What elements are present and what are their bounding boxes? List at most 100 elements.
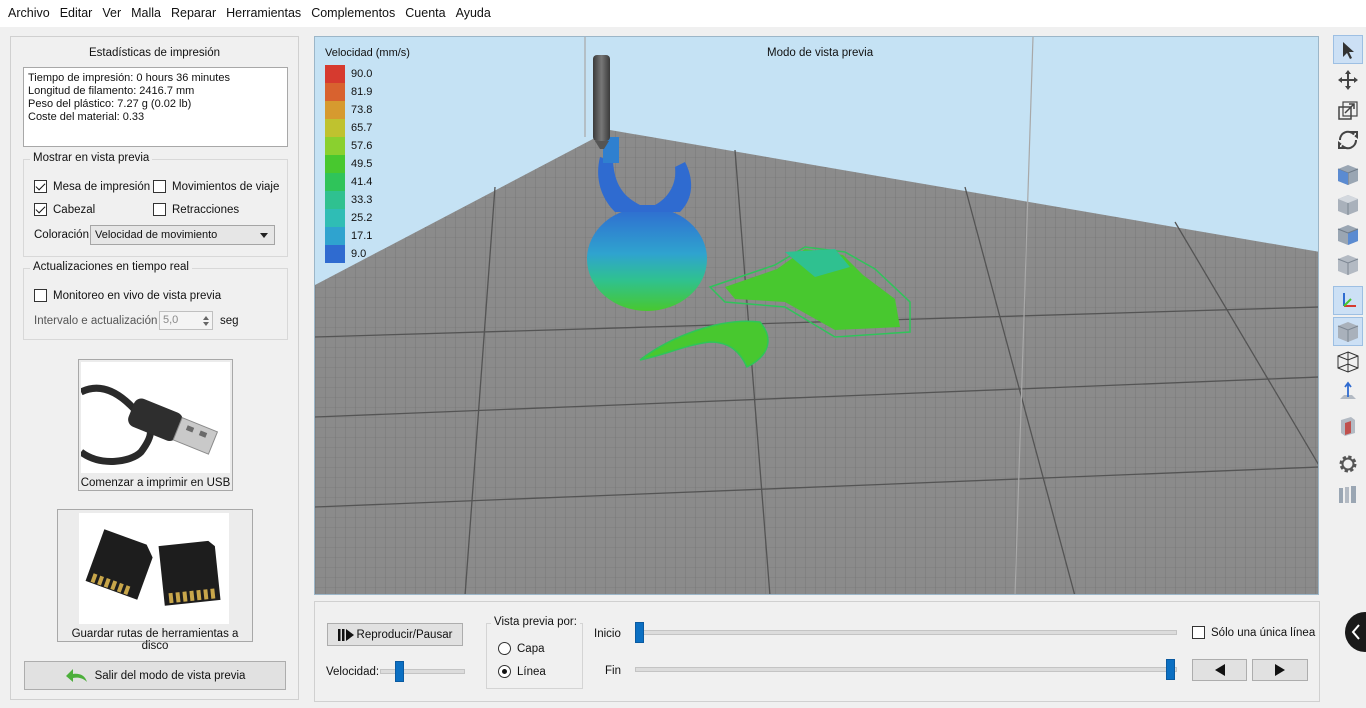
live-monitor-checkbox[interactable]: Monitoreo en vivo de vista previa	[34, 289, 221, 302]
bed-checkbox-label: Mesa de impresión	[53, 180, 151, 193]
rotate-tool[interactable]	[1333, 125, 1363, 154]
interval-label: Intervalo e actualización	[34, 315, 158, 327]
show-in-preview-group: Mostrar en vista previa Mesa de impresió…	[23, 152, 288, 257]
select-arrow-icon	[1343, 41, 1354, 59]
menu-complementos[interactable]: Complementos	[306, 0, 400, 27]
print-head	[593, 55, 610, 149]
view-side-button[interactable]	[1333, 220, 1363, 249]
legend-value: 65.7	[351, 122, 373, 134]
preview-by-group: Vista previa por: Capa Línea	[486, 616, 583, 689]
menu-archivo[interactable]: Archivo	[3, 0, 55, 27]
legend-row: 90.0	[325, 65, 372, 83]
stats-box: Tiempo de impresión: 0 hours 36 minutes …	[23, 67, 288, 147]
step-forward-button[interactable]	[1252, 659, 1308, 681]
menu-cuenta[interactable]: Cuenta	[400, 0, 450, 27]
interval-value: 5,0	[163, 314, 179, 326]
navigation-badge[interactable]	[1345, 612, 1366, 652]
sd-cards-image	[79, 513, 229, 624]
single-line-checkbox[interactable]: Sólo una única línea	[1192, 626, 1315, 639]
layer-radio[interactable]: Capa	[498, 642, 545, 655]
scale-tool[interactable]	[1333, 95, 1363, 124]
spin-down-icon[interactable]	[203, 322, 209, 326]
settings-button[interactable]	[1333, 449, 1363, 478]
wireframe-view-toggle[interactable]	[1333, 347, 1363, 376]
step-back-button[interactable]	[1192, 659, 1247, 681]
legend-value: 9.0	[351, 248, 367, 260]
legend-swatch	[325, 209, 345, 227]
preview-viewport[interactable]: Velocidad (mm/s) 90.0 81.9 73.8 65.7 57.…	[314, 36, 1319, 595]
legend-value: 17.1	[351, 230, 373, 242]
travel-checkbox-box[interactable]	[153, 180, 166, 193]
single-line-checkbox-box[interactable]	[1192, 626, 1205, 639]
section-cut-toggle[interactable]	[1333, 411, 1363, 440]
view-front-button[interactable]	[1333, 160, 1363, 189]
view-top-icon	[1338, 194, 1358, 215]
coloring-select[interactable]: Velocidad de movimiento	[90, 225, 275, 245]
supports-icon	[1339, 485, 1356, 503]
head-checkbox-box[interactable]	[34, 203, 47, 216]
menu-ayuda[interactable]: Ayuda	[451, 0, 496, 27]
menu-malla[interactable]: Malla	[126, 0, 166, 27]
view-iso-button[interactable]	[1333, 250, 1363, 279]
start-slider-thumb[interactable]	[635, 622, 644, 643]
normals-icon	[1340, 381, 1356, 399]
end-slider-track[interactable]	[635, 667, 1177, 672]
interval-spinbox[interactable]: 5,0	[159, 311, 213, 330]
retractions-checkbox-box[interactable]	[153, 203, 166, 216]
layer-radio-circle[interactable]	[498, 642, 511, 655]
stats-print-time: Tiempo de impresión: 0 hours 36 minutes	[28, 72, 230, 84]
solid-view-toggle[interactable]	[1333, 317, 1363, 346]
exit-preview-label: Salir del modo de vista previa	[94, 669, 246, 682]
travel-checkbox[interactable]: Movimientos de viaje	[153, 180, 279, 193]
exit-preview-button[interactable]: Salir del modo de vista previa	[24, 661, 286, 690]
legend-value: 49.5	[351, 158, 373, 170]
bed-checkbox[interactable]: Mesa de impresión	[34, 180, 150, 193]
play-pause-button[interactable]: Reproducir/Pausar	[327, 623, 463, 646]
show-group-title: Mostrar en vista previa	[30, 152, 153, 164]
legend-row: 41.4	[325, 173, 372, 191]
retractions-checkbox[interactable]: Retracciones	[153, 203, 239, 216]
line-radio-label: Línea	[517, 665, 546, 678]
rotate-icon	[1338, 130, 1358, 149]
end-slider-thumb[interactable]	[1166, 659, 1175, 680]
playback-panel: Reproducir/Pausar Velocidad: Vista previ…	[314, 601, 1320, 702]
legend-row: 9.0	[325, 245, 372, 263]
stats-filament-length: Longitud de filamento: 2416.7 mm	[28, 85, 195, 97]
usb-print-button[interactable]: Comenzar a imprimir en USB	[78, 359, 233, 491]
step-forward-icon	[1275, 664, 1285, 676]
speed-slider-thumb[interactable]	[395, 661, 404, 682]
step-back-icon	[1214, 664, 1225, 676]
view-top-button[interactable]	[1333, 190, 1363, 219]
menu-ver[interactable]: Ver	[97, 0, 126, 27]
start-slider-track[interactable]	[635, 630, 1177, 635]
single-line-checkbox-label: Sólo una única línea	[1211, 626, 1316, 639]
stats-plastic-weight: Peso del plástico: 7.27 g (0.02 lb)	[28, 98, 192, 110]
bed-checkbox-box[interactable]	[34, 180, 47, 193]
supports-button[interactable]	[1333, 480, 1363, 509]
menu-editar[interactable]: Editar	[55, 0, 98, 27]
legend-swatch	[325, 101, 345, 119]
settings-gear-icon	[1339, 455, 1357, 472]
solid-view-icon	[1337, 321, 1359, 342]
legend-row: 25.2	[325, 209, 372, 227]
live-monitor-checkbox-box[interactable]	[34, 289, 47, 302]
legend-swatch	[325, 173, 345, 191]
normals-toggle[interactable]	[1333, 377, 1363, 406]
line-radio[interactable]: Línea	[498, 665, 546, 678]
axes-toggle[interactable]	[1333, 286, 1363, 315]
viewport-scene	[315, 37, 1318, 594]
select-tool[interactable]	[1333, 35, 1363, 64]
head-checkbox[interactable]: Cabezal	[34, 203, 95, 216]
left-panel: Estadísticas de impresión Tiempo de impr…	[10, 36, 299, 700]
menu-reparar[interactable]: Reparar	[166, 0, 221, 27]
menu-herramientas[interactable]: Herramientas	[221, 0, 306, 27]
move-tool[interactable]	[1333, 65, 1363, 94]
legend-row: 65.7	[325, 119, 372, 137]
line-radio-circle[interactable]	[498, 665, 511, 678]
speed-slider-track[interactable]	[380, 669, 465, 674]
usb-print-label: Comenzar a imprimir en USB	[80, 477, 231, 489]
retractions-checkbox-label: Retracciones	[172, 203, 240, 216]
spin-up-icon[interactable]	[203, 316, 209, 320]
save-toolpaths-button[interactable]: Guardar rutas de herramientas a disco	[57, 509, 253, 652]
viewport-title: Modo de vista previa	[767, 47, 874, 59]
